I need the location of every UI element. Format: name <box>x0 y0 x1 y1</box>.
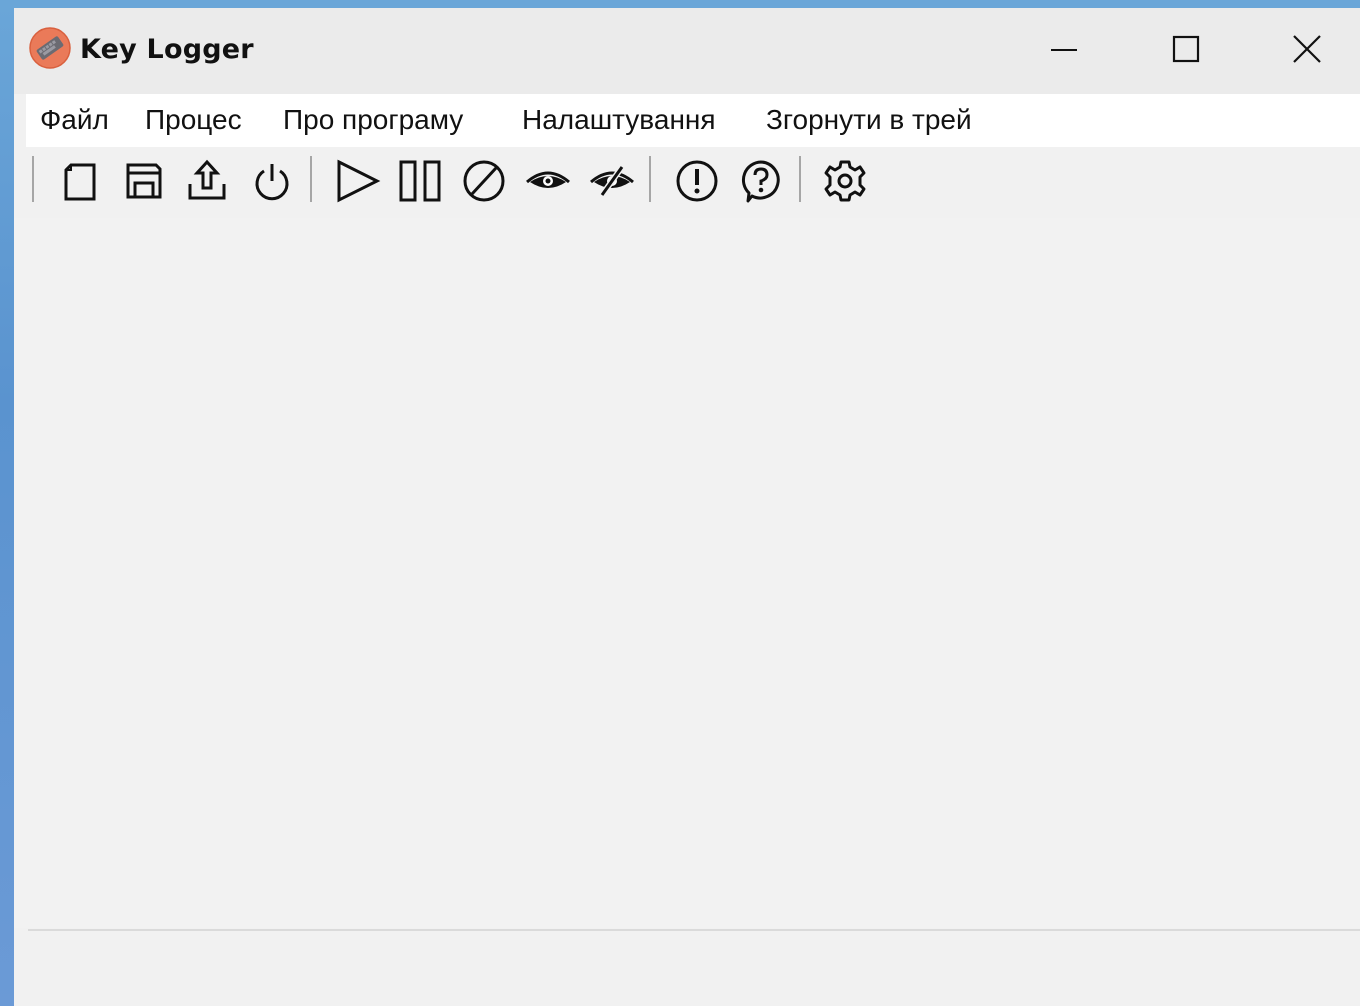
menu-process[interactable]: Процес <box>145 102 242 138</box>
power-button[interactable] <box>245 154 299 208</box>
maximize-icon <box>1171 34 1201 68</box>
toolbar-separator <box>32 156 34 202</box>
stop-button[interactable] <box>457 154 511 208</box>
app-logo-icon <box>29 27 71 69</box>
window-title: Key Logger <box>80 34 254 65</box>
info-button[interactable] <box>670 154 724 208</box>
menu-file[interactable]: Файл <box>40 102 109 138</box>
new-file-button[interactable] <box>53 154 107 208</box>
close-icon <box>1292 34 1322 68</box>
play-button[interactable] <box>330 154 384 208</box>
log-content-area[interactable] <box>14 218 1360 928</box>
upload-icon <box>184 158 230 204</box>
upload-button[interactable] <box>180 154 234 208</box>
toolbar-separator <box>310 156 312 202</box>
title-bar[interactable]: Key Logger <box>14 8 1360 94</box>
help-icon <box>738 158 784 204</box>
stop-icon <box>461 158 507 204</box>
maximize-button[interactable] <box>1141 18 1231 84</box>
toolbar <box>14 150 1360 212</box>
menu-settings[interactable]: Налаштування <box>522 102 716 138</box>
pause-button[interactable] <box>393 154 447 208</box>
power-icon <box>250 159 294 203</box>
pause-icon <box>397 158 443 204</box>
show-icon <box>524 161 572 201</box>
help-button[interactable] <box>734 154 788 208</box>
menu-about[interactable]: Про програму <box>283 102 463 138</box>
toolbar-separator <box>649 156 651 202</box>
minimize-button[interactable] <box>1019 18 1109 84</box>
play-icon <box>333 158 381 204</box>
hide-icon <box>588 161 636 201</box>
settings-icon <box>822 158 868 204</box>
status-bar <box>14 931 1360 1006</box>
menu-minimize-to-tray[interactable]: Згорнути в трей <box>766 102 972 138</box>
info-icon <box>674 158 720 204</box>
minimize-icon <box>1049 34 1079 68</box>
hide-button[interactable] <box>585 154 639 208</box>
save-button[interactable] <box>117 154 171 208</box>
show-button[interactable] <box>521 154 575 208</box>
new-file-icon <box>58 159 102 203</box>
toolbar-separator <box>799 156 801 202</box>
save-icon <box>122 159 166 203</box>
menu-bar: Файл Процес Про програму Налаштування Зг… <box>26 94 1360 147</box>
close-button[interactable] <box>1262 18 1352 84</box>
settings-button[interactable] <box>818 154 872 208</box>
key-logger-window: Key Logger Файл Процес Про програму Нала… <box>14 8 1360 1006</box>
